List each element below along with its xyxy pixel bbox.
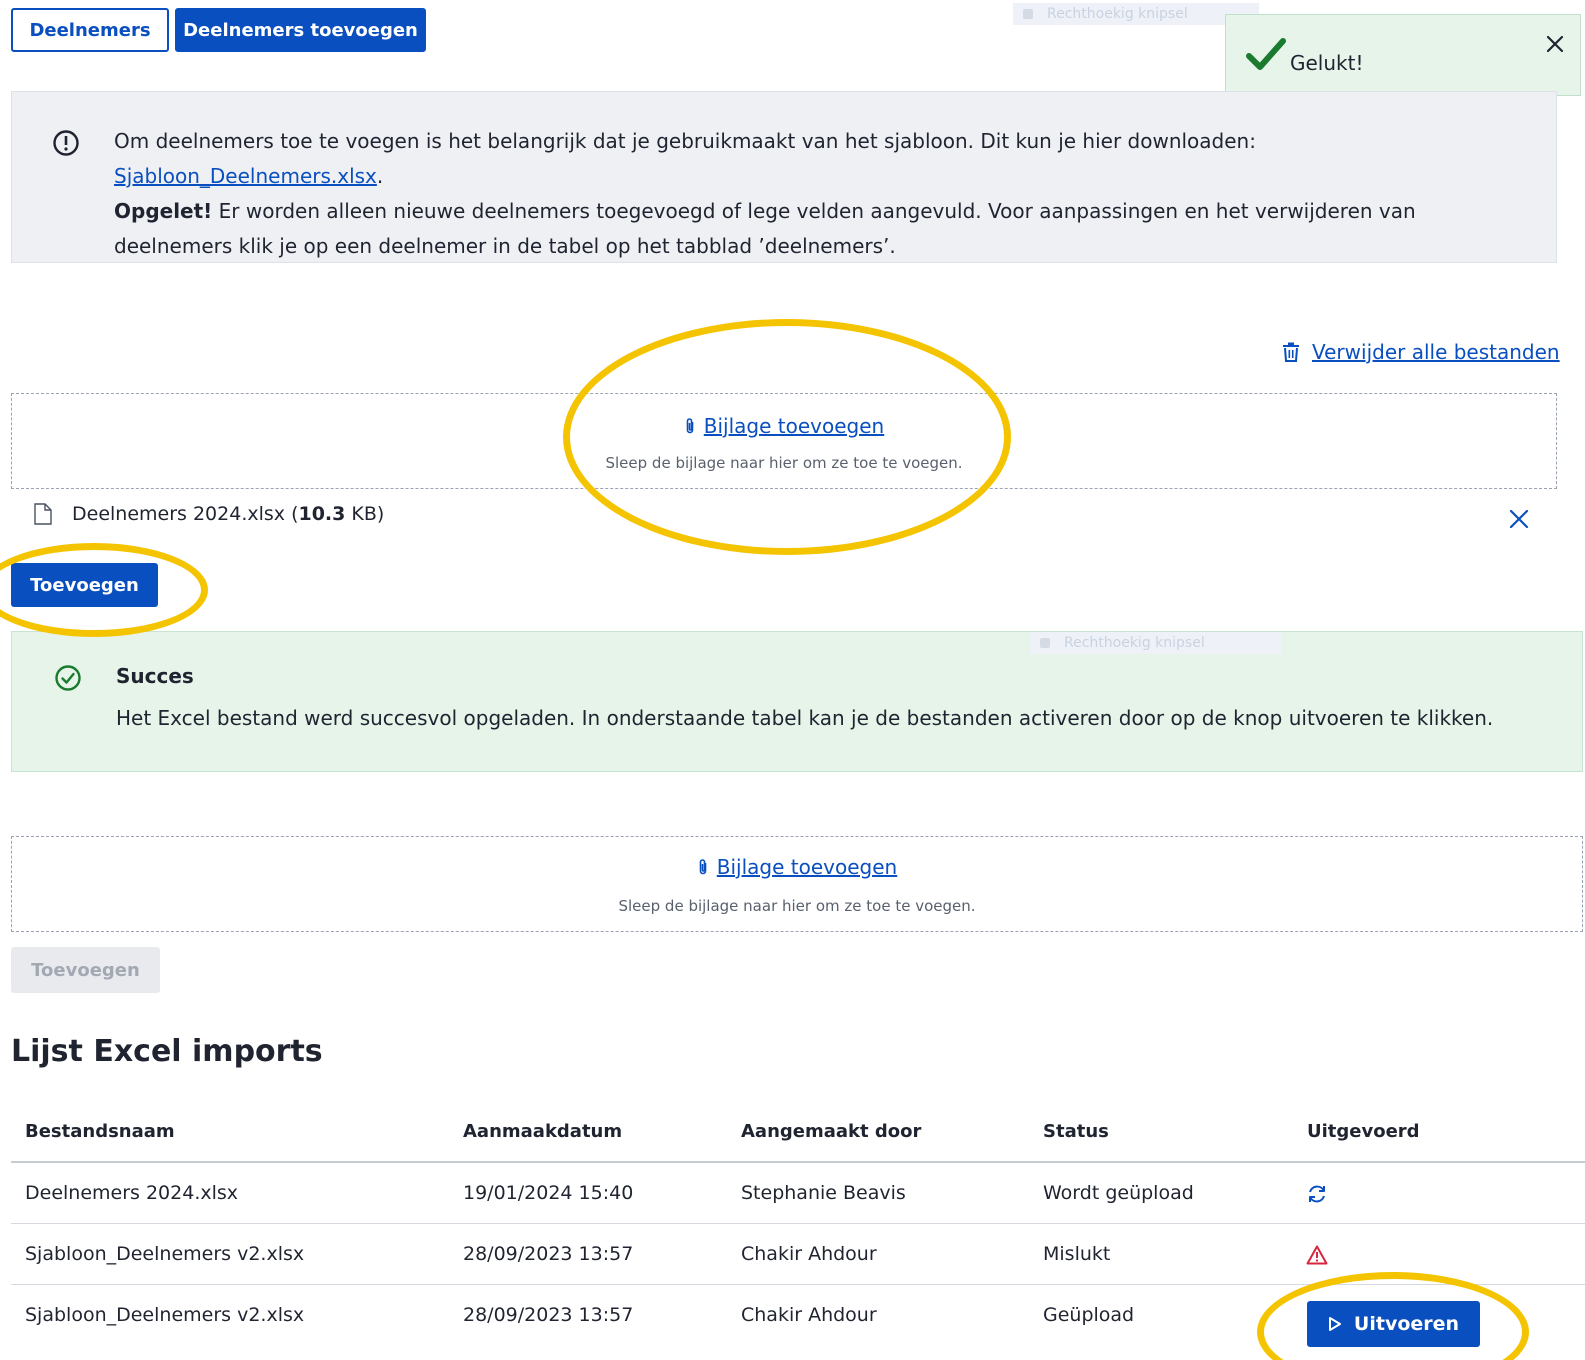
checkmark-icon: [1246, 38, 1286, 70]
table-header: Bestandsnaam Aanmaakdatum Aangemaakt doo…: [11, 1103, 1585, 1163]
table-row: Deelnemers 2024.xlsx 19/01/2024 15:40 St…: [11, 1163, 1585, 1224]
trash-icon: [1283, 342, 1299, 362]
success-text: Het Excel bestand werd succesvol opgelad…: [116, 706, 1494, 730]
template-download-link[interactable]: Sjabloon_Deelnemers.xlsx: [114, 164, 377, 188]
row-filename: Deelnemers 2024.xlsx: [25, 1182, 239, 1204]
delete-all-files-link[interactable]: Verwijder alle bestanden: [1282, 340, 1560, 364]
header-created-by: Aangemaakt door: [741, 1121, 922, 1142]
row-date: 28/09/2023 13:57: [463, 1304, 634, 1326]
excel-imports-table: Bestandsnaam Aanmaakdatum Aangemaakt doo…: [11, 1103, 1585, 1360]
add-button[interactable]: Toevoegen: [11, 563, 158, 607]
toast-title: Gelukt!: [1290, 51, 1364, 75]
header-filename: Bestandsnaam: [25, 1121, 175, 1142]
success-title: Succes: [116, 664, 194, 688]
dropzone-hint: Sleep de bijlage naar hier om ze toe te …: [618, 897, 976, 915]
execute-button[interactable]: Uitvoeren: [1307, 1301, 1480, 1347]
dropzone-hint: Sleep de bijlage naar hier om ze toe te …: [605, 454, 963, 472]
row-filename: Sjabloon_Deelnemers v2.xlsx: [25, 1304, 305, 1326]
row-created-by: Chakir Ahdour: [741, 1304, 877, 1326]
row-status: Geüpload: [1043, 1304, 1135, 1326]
add-attachment-link[interactable]: Bijlage toevoegen: [717, 855, 897, 879]
dropzone-1[interactable]: Bijlage toevoegen Sleep de bijlage naar …: [11, 393, 1557, 489]
paperclip-icon: [699, 859, 707, 875]
snip-label: Rechthoekig knipsel: [1013, 3, 1259, 25]
success-notice: Succes Het Excel bestand werd succesvol …: [11, 631, 1583, 772]
file-name: Deelnemers 2024.xlsx: [72, 503, 286, 525]
check-circle-icon: [55, 665, 81, 691]
row-created-by: Chakir Ahdour: [741, 1243, 877, 1265]
warning-label: Opgelet!: [114, 199, 213, 223]
row-created-by: Stephanie Beavis: [741, 1182, 906, 1204]
file-size: 10.3: [298, 503, 346, 525]
add-attachment-link[interactable]: Bijlage toevoegen: [704, 414, 884, 438]
sync-icon: [1309, 1185, 1325, 1203]
close-icon[interactable]: [1544, 33, 1566, 55]
add-button-disabled: Toevoegen: [11, 947, 160, 993]
file-size-unit: KB: [351, 503, 377, 525]
uploaded-file: Deelnemers 2024.xlsx (10.3 KB): [34, 503, 384, 525]
dropzone-2[interactable]: Bijlage toevoegen Sleep de bijlage naar …: [11, 836, 1583, 932]
file-icon: [34, 503, 52, 525]
info-notice: Om deelnemers toe te voegen is het belan…: [11, 91, 1557, 263]
excel-imports-title: Lijst Excel imports: [11, 1034, 323, 1069]
table-row: Sjabloon_Deelnemers v2.xlsx 28/09/2023 1…: [11, 1285, 1585, 1360]
header-created-date: Aanmaakdatum: [463, 1121, 623, 1142]
tab-deelnemers-toevoegen[interactable]: Deelnemers toevoegen: [175, 8, 426, 52]
snip-label-2: Rechthoekig knipsel: [1030, 632, 1282, 654]
header-executed: Uitgevoerd: [1307, 1121, 1420, 1142]
row-status: Wordt geüpload: [1043, 1182, 1194, 1204]
remove-file-icon[interactable]: [1508, 508, 1530, 530]
info-text: Om deelnemers toe te voegen is het belan…: [114, 129, 1416, 258]
row-filename: Sjabloon_Deelnemers v2.xlsx: [25, 1243, 305, 1265]
row-status: Mislukt: [1043, 1243, 1111, 1265]
exclamation-circle-icon: [53, 130, 79, 156]
paperclip-icon: [686, 418, 694, 434]
header-status: Status: [1043, 1121, 1109, 1142]
play-icon: [1328, 1317, 1341, 1331]
success-toast: Gelukt!: [1225, 14, 1581, 96]
warning-icon: [1306, 1245, 1328, 1265]
tab-deelnemers[interactable]: Deelnemers: [11, 8, 169, 52]
row-date: 19/01/2024 15:40: [463, 1182, 634, 1204]
row-date: 28/09/2023 13:57: [463, 1243, 634, 1265]
table-row: Sjabloon_Deelnemers v2.xlsx 28/09/2023 1…: [11, 1224, 1585, 1285]
